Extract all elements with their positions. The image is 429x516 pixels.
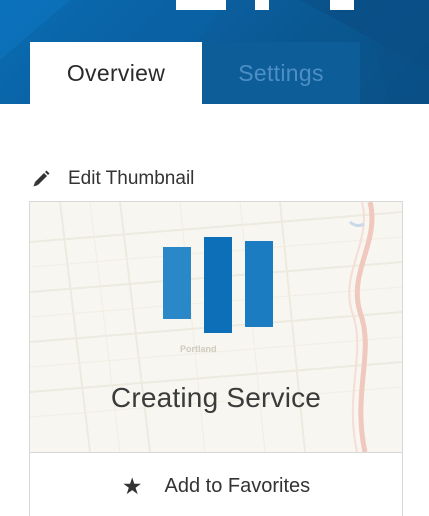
add-to-favorites-button[interactable]: ★ Add to Favorites [30,452,402,516]
item-details-page: Overview Settings Edit Thumbnail Portlan… [0,0,429,516]
loading-bars-icon [163,237,273,333]
star-icon: ★ [121,472,143,499]
status-text: Creating Service [110,382,322,413]
pencil-icon [33,170,50,187]
title-fragment [255,0,269,10]
thumbnail-image: Portland Creating Service [30,202,402,452]
add-to-favorites-label: Add to Favorites [164,474,311,497]
header-banner: Overview Settings [0,0,429,104]
tab-overview[interactable]: Overview [30,42,202,104]
edit-thumbnail-link[interactable]: Edit Thumbnail [31,166,194,192]
title-fragment [176,0,226,10]
tab-bar: Overview Settings [30,42,360,104]
title-fragment [330,0,354,10]
tab-settings[interactable]: Settings [202,42,360,104]
map-place-label: Portland [180,344,217,354]
thumbnail-card: Portland Creating Service ★ Add to Favor… [29,201,403,516]
edit-thumbnail-label: Edit Thumbnail [68,168,195,189]
